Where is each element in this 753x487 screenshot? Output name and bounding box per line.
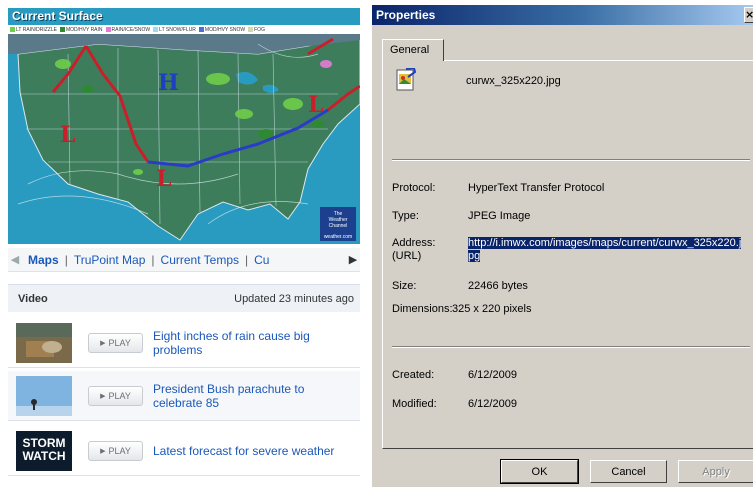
legend-item: LT RAIN/DRIZZLE xyxy=(10,27,57,33)
legend-swatch xyxy=(153,27,159,32)
video-list-item: STORM WATCH ▶ PLAY Latest forecast for se… xyxy=(8,426,360,476)
apply-button[interactable]: Apply xyxy=(678,460,753,483)
legend-swatch xyxy=(105,27,111,32)
image-file-icon xyxy=(396,66,417,92)
tab-maps[interactable]: Maps xyxy=(22,253,65,267)
dimensions-value: 325 x 220 pixels xyxy=(452,303,532,315)
play-button[interactable]: ▶ PLAY xyxy=(88,385,143,406)
weather-channel-logo: The Weather Channel weather.com xyxy=(320,207,356,241)
legend-label: LT SNOW/FLUR xyxy=(159,26,196,33)
legend-label: MOD/HVY RAIN xyxy=(65,26,103,33)
weather-page: H L L L Current Surface LT RAIN/DRIZZLE M… xyxy=(0,0,362,487)
video-title-link[interactable]: President Bush parachute to celebrate 85 xyxy=(153,382,349,410)
modified-value: 6/12/2009 xyxy=(468,398,517,410)
cancel-button[interactable]: Cancel xyxy=(590,460,667,483)
map-tab-strip: ◀ Maps | TruPoint Map | Current Temps | … xyxy=(8,248,360,272)
url-label: (URL) xyxy=(392,250,422,262)
video-section-header: Video Updated 23 minutes ago xyxy=(8,284,360,312)
address-label: Address: xyxy=(392,237,436,249)
dimensions-label: Dimensions: xyxy=(392,303,453,315)
legend-item: LT SNOW/FLUR xyxy=(153,27,196,33)
tab-current-temps[interactable]: Current Temps xyxy=(155,253,245,267)
high-pressure-label: H xyxy=(158,70,179,96)
close-icon[interactable]: × xyxy=(744,7,753,23)
video-title-link[interactable]: Latest forecast for severe weather xyxy=(153,444,349,458)
map-title: Current Surface xyxy=(12,9,103,23)
video-title-link[interactable]: Eight inches of rain cause big problems xyxy=(153,329,349,357)
type-label: Type: xyxy=(392,210,419,222)
video-section-title: Video xyxy=(18,292,48,305)
dialog-title-bar[interactable]: Properties × xyxy=(372,5,753,25)
low-pressure-label-south: L xyxy=(156,166,171,192)
modified-label: Modified: xyxy=(392,398,437,410)
video-thumbnail[interactable] xyxy=(16,322,72,363)
legend-item: RAIN/ICE/SNOW xyxy=(105,26,151,33)
legend-item: MOD/HVY RAIN xyxy=(59,26,103,33)
ok-button[interactable]: OK xyxy=(500,459,579,484)
address-value[interactable]: http://i.imwx.com/images/maps/current/cu… xyxy=(468,237,744,263)
legend-label: FOG xyxy=(254,26,265,33)
play-button[interactable]: ▶ PLAY xyxy=(88,332,143,353)
play-button[interactable]: ▶ PLAY xyxy=(88,440,143,461)
divider xyxy=(392,159,750,161)
size-value: 22466 bytes xyxy=(468,280,528,292)
video-list-item: ▶ PLAY President Bush parachute to celebr… xyxy=(8,371,360,421)
tab-general[interactable]: General xyxy=(382,39,444,61)
type-value: JPEG Image xyxy=(468,210,531,222)
protocol-label: Protocol: xyxy=(392,182,436,194)
tabs-next-icon[interactable]: ▶ xyxy=(346,253,360,266)
surface-weather-map[interactable]: H L L L Current Surface LT RAIN/DRIZZLE M… xyxy=(8,8,360,244)
created-label: Created: xyxy=(392,369,435,381)
legend-swatch xyxy=(198,27,204,32)
low-pressure-label-west: L xyxy=(60,122,75,148)
file-name: curwx_325x220.jpg xyxy=(466,75,561,87)
legend-swatch xyxy=(59,27,65,32)
legend-swatch xyxy=(10,27,15,32)
legend-label: LT RAIN/DRIZZLE xyxy=(16,26,57,33)
low-pressure-label-east: L xyxy=(308,92,323,118)
tab-trupoint-map[interactable]: TruPoint Map xyxy=(68,253,152,267)
protocol-value: HyperText Transfer Protocol xyxy=(468,182,605,194)
legend-label: RAIN/ICE/SNOW xyxy=(111,26,151,33)
tabs-prev-icon[interactable]: ◀ xyxy=(8,253,22,266)
size-label: Size: xyxy=(392,280,417,292)
legend-label: MOD/HVY SNOW xyxy=(204,26,246,33)
legend-swatch xyxy=(248,27,254,32)
video-updated-text: Updated 23 minutes ago xyxy=(234,292,354,305)
legend-item: MOD/HVY SNOW xyxy=(198,26,246,33)
tab-cu[interactable]: Cu xyxy=(248,253,275,267)
video-thumbnail[interactable] xyxy=(16,375,72,416)
legend-item: FOG xyxy=(248,27,265,33)
video-thumbnail[interactable]: STORM WATCH xyxy=(16,430,72,471)
divider xyxy=(392,346,750,348)
created-value: 6/12/2009 xyxy=(468,369,517,381)
video-list-item: ▶ PLAY Eight inches of rain cause big pro… xyxy=(8,318,360,368)
dialog-title: Properties xyxy=(376,8,436,22)
map-legend: LT RAIN/DRIZZLE MOD/HVY RAIN RAIN/ICE/SNOW… xyxy=(8,25,360,34)
map-graphic: H L L L xyxy=(8,34,360,244)
properties-dialog: Properties × General curwx_325x220.jpg P… xyxy=(371,5,753,487)
